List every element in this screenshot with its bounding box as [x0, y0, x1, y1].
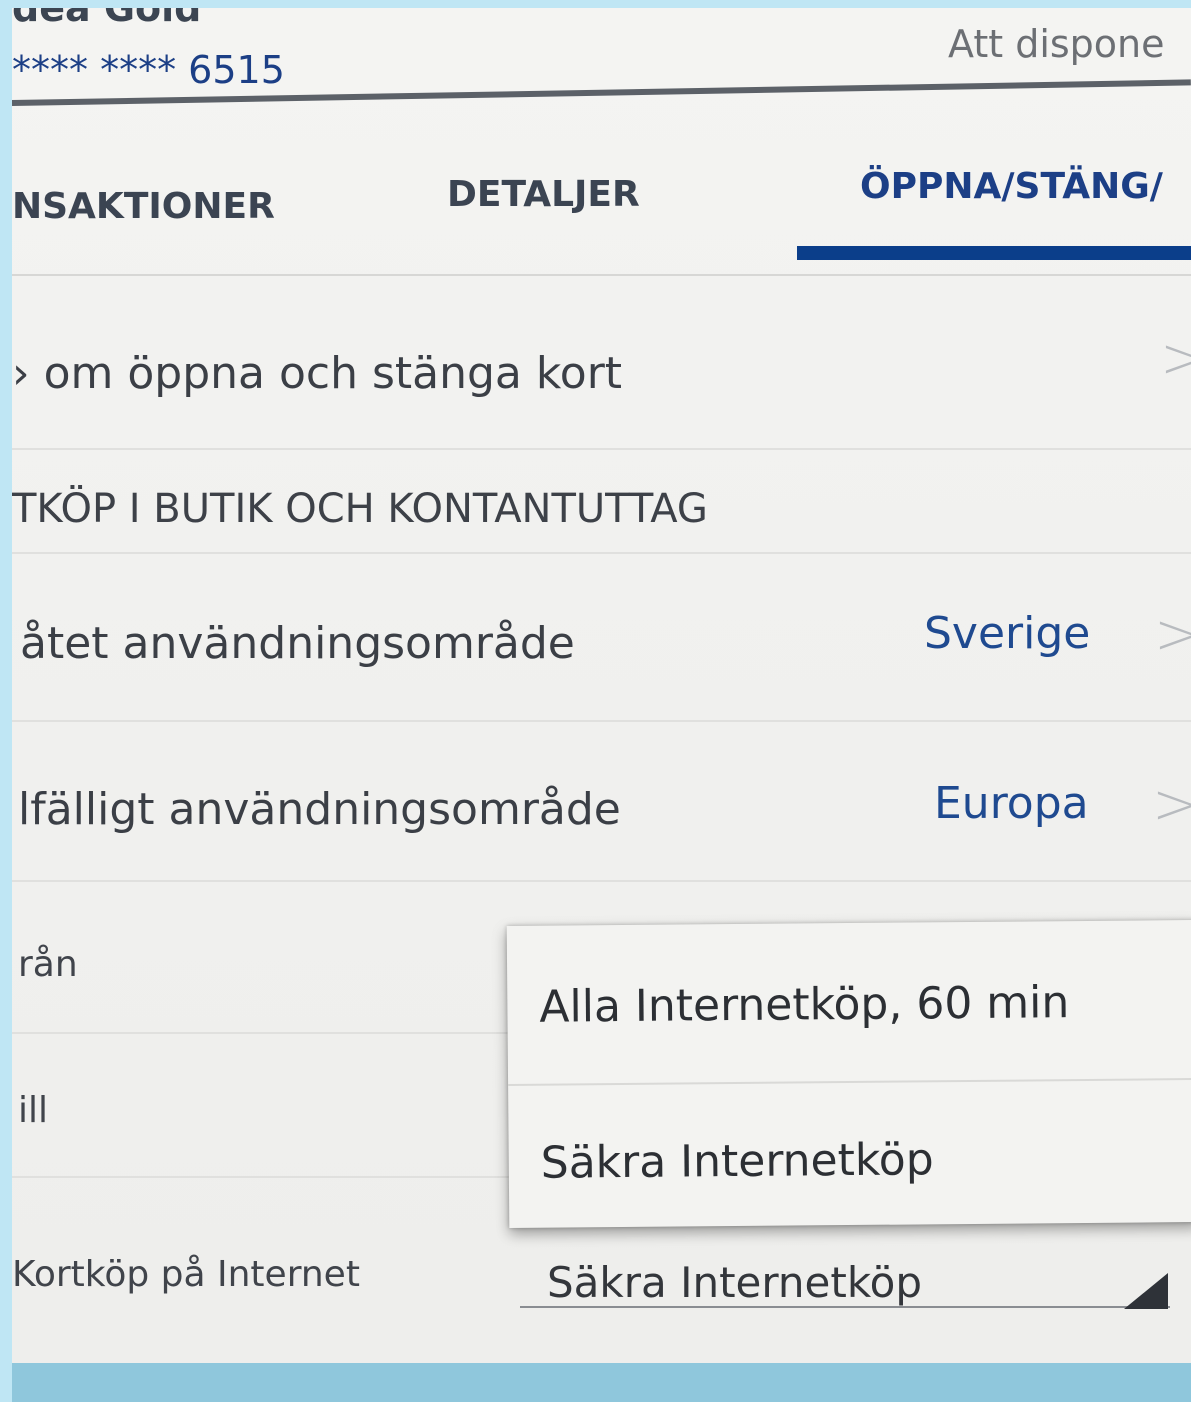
select-underline — [520, 1306, 1170, 1308]
dropdown-option-all-internet[interactable]: Alla Internetköp, 60 min — [539, 977, 1069, 1033]
info-link-row[interactable]: › om öppna och stänga kort — [12, 348, 622, 399]
tab-transactions[interactable]: NSAKTIONER — [12, 186, 275, 227]
row-divider — [12, 448, 1191, 450]
dropdown-option-secure-internet[interactable]: Säkra Internetköp — [541, 1134, 934, 1188]
info-link-label: om öppna och stänga kort — [43, 348, 623, 399]
row-divider — [12, 880, 1191, 882]
card-title: dea Gold — [12, 8, 202, 30]
row-divider — [12, 552, 1191, 554]
chevron-right-icon: > — [1160, 326, 1191, 391]
allowed-area-value[interactable]: Sverige — [924, 608, 1090, 659]
dropdown-menu: Alla Internetköp, 60 min Säkra Internetk… — [506, 919, 1191, 1229]
temporary-area-label: lfälligt användningsområde — [18, 784, 621, 835]
tab-open-close[interactable]: ÖPPNA/STÄNG/ — [860, 166, 1163, 207]
temporary-area-value[interactable]: Europa — [934, 778, 1089, 829]
chevron-right-icon[interactable]: > — [1154, 602, 1191, 667]
from-label[interactable]: rån — [18, 944, 78, 985]
tab-divider — [12, 274, 1191, 276]
internet-purchases-select[interactable]: Säkra Internetköp — [547, 1258, 922, 1307]
dropdown-divider — [508, 1077, 1191, 1087]
row-divider — [12, 720, 1191, 722]
bottom-bar — [12, 1363, 1191, 1402]
available-balance-label: Att dispone — [948, 22, 1165, 66]
allowed-area-label: åtet användningsområde — [20, 618, 575, 669]
internet-purchases-label: Kortköp på Internet — [12, 1254, 360, 1295]
to-label[interactable]: ill — [18, 1090, 48, 1131]
card-number: **** **** 6515 — [12, 48, 285, 92]
dropdown-triangle-icon[interactable] — [1124, 1273, 1168, 1309]
active-tab-indicator — [797, 246, 1191, 260]
section-heading: TKÖP I BUTIK OCH KONTANTUTTAG — [12, 486, 708, 532]
app-screen: dea Gold **** **** 6515 Att dispone NSAK… — [12, 8, 1191, 1363]
chevron-right-icon[interactable]: > — [1152, 772, 1191, 837]
tab-details[interactable]: DETALJER — [447, 174, 640, 215]
